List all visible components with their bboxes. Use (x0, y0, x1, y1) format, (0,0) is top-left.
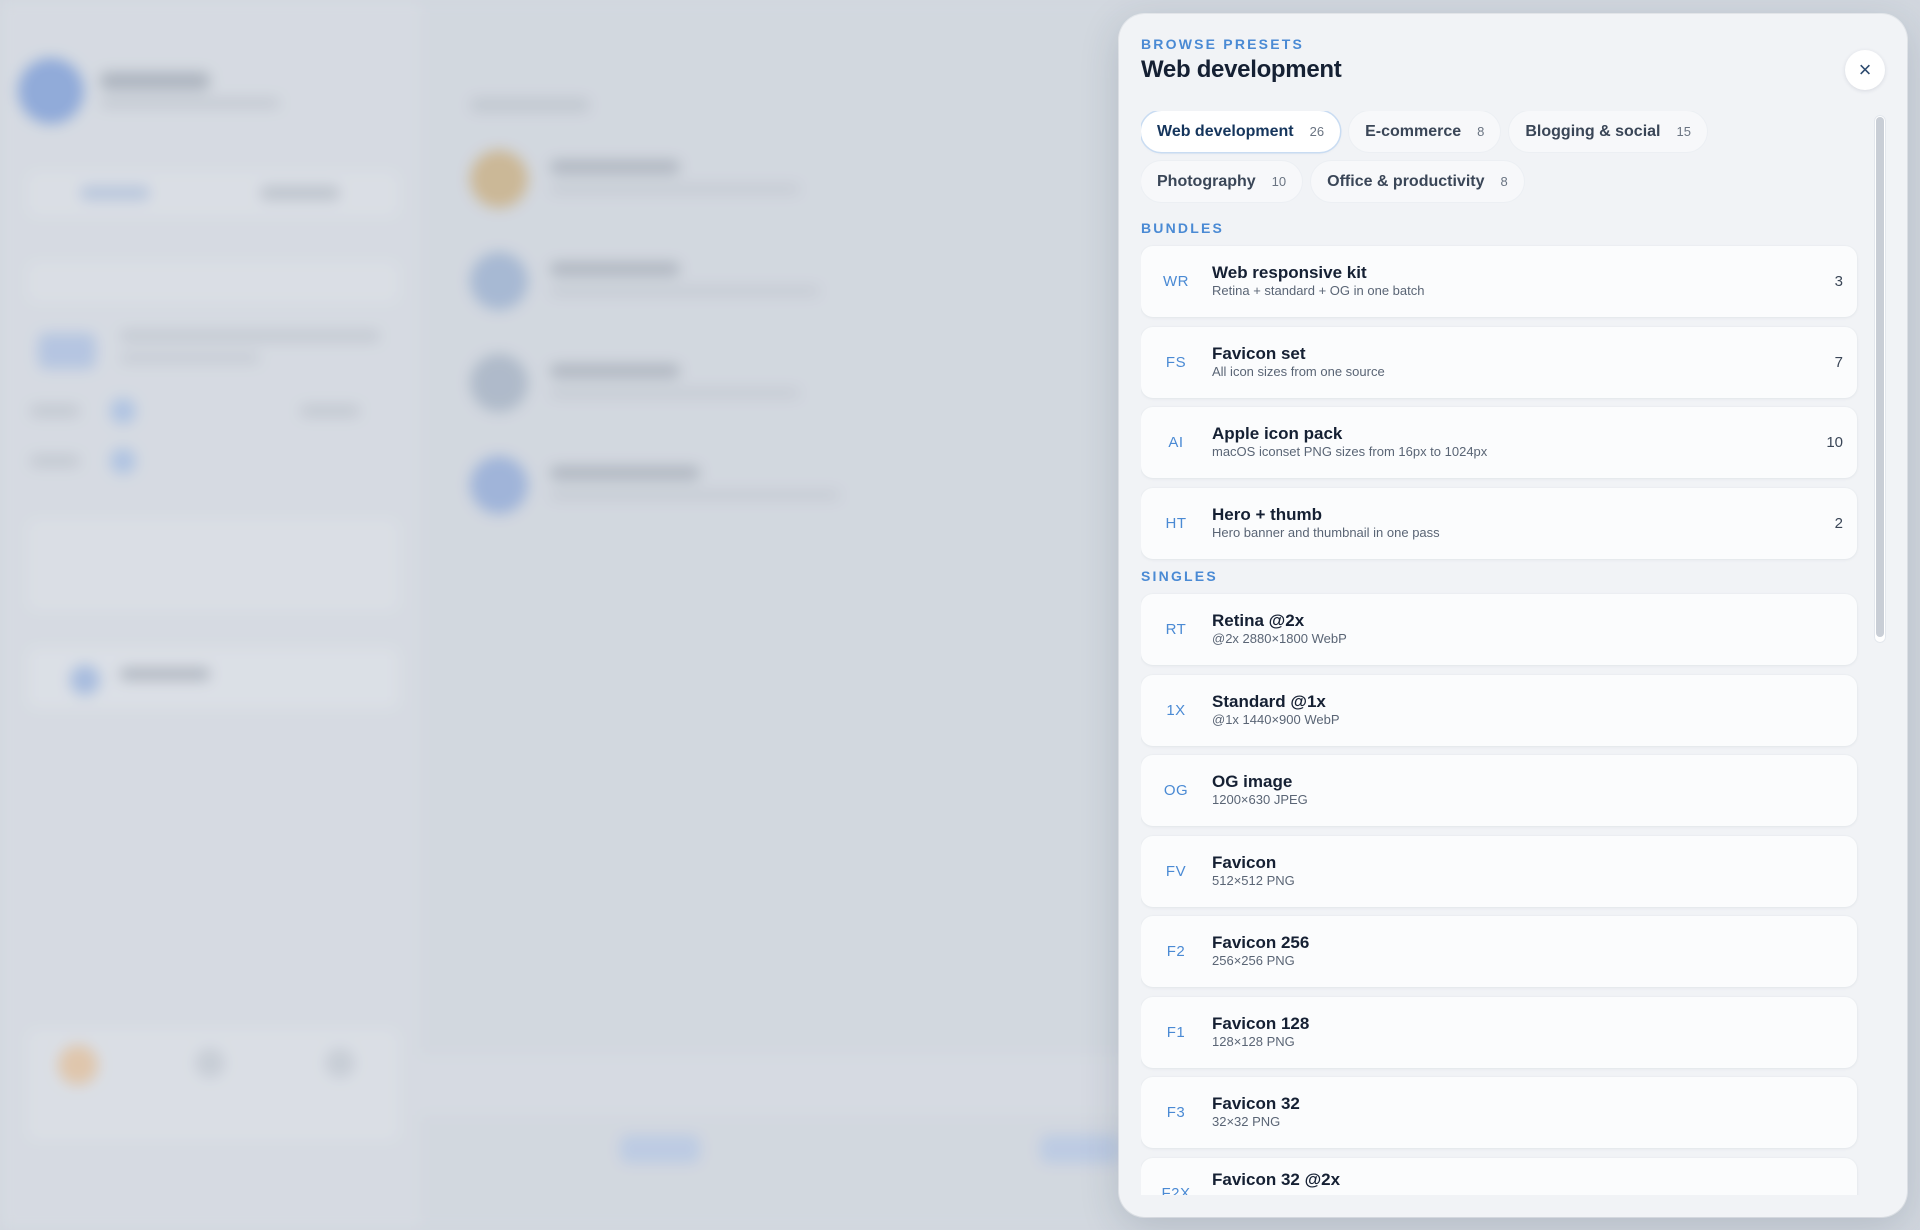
singles-section-label: SINGLES (1141, 568, 1218, 584)
tab-label: Office & productivity (1327, 172, 1485, 190)
tab-count: 26 (1309, 124, 1325, 139)
item-title: Hero + thumb (1212, 504, 1323, 524)
item-code: FS (1165, 353, 1187, 371)
tab-label: Blogging & social (1525, 122, 1661, 140)
item-code: AI (1168, 434, 1184, 451)
scrollbar-thumb[interactable] (1876, 117, 1884, 637)
item-title: Favicon set (1212, 343, 1306, 363)
item-title: Retina @2x (1212, 611, 1305, 630)
single-item-favicon-32-2x[interactable]: F2X Favicon 32 @2x (1141, 1157, 1857, 1196)
category-tabs: Web development 26 E-commerce 8 Blogging… (1141, 111, 1741, 202)
panel-header: BROWSE PRESETS Web development × (1141, 36, 1885, 106)
close-icon: × (1858, 57, 1872, 82)
item-code: F2 (1166, 943, 1186, 960)
item-count: 10 (1826, 434, 1843, 451)
item-subtitle: @1x 1440×900 WebP (1212, 711, 1340, 727)
item-title: Favicon 32 (1212, 1094, 1300, 1113)
scrollbar[interactable] (1874, 115, 1886, 643)
tab-count: 8 (1500, 174, 1508, 189)
single-item-standard-1x[interactable]: 1X Standard @1x @1x 1440×900 WebP (1141, 674, 1857, 746)
item-code: F3 (1166, 1104, 1186, 1121)
single-item-favicon-32[interactable]: F3 Favicon 32 32×32 PNG (1141, 1077, 1857, 1148)
item-subtitle: 256×256 PNG (1212, 953, 1295, 968)
item-title: Web responsive kit (1212, 263, 1367, 282)
tab-web-development[interactable]: Web development 26 (1141, 111, 1341, 152)
item-code: OG (1163, 782, 1189, 799)
single-item-favicon-256[interactable]: F2 Favicon 256 256×256 PNG (1141, 916, 1857, 987)
item-subtitle: 1200×630 JPEG (1212, 792, 1308, 807)
panel-eyebrow: BROWSE PRESETS (1141, 36, 1305, 52)
item-count: 3 (1834, 273, 1843, 290)
item-code: WR (1163, 273, 1189, 290)
item-subtitle: Retina + standard + OG in one batch (1212, 283, 1425, 298)
item-subtitle: All icon sizes from one source (1212, 363, 1385, 379)
item-title: Favicon 32 @2x (1212, 1169, 1341, 1189)
tab-count: 15 (1676, 124, 1691, 139)
item-subtitle: 32×32 PNG (1212, 1114, 1281, 1129)
bundle-item-apple-icon-pack[interactable]: AI Apple icon pack macOS iconset PNG siz… (1141, 407, 1857, 478)
tab-e-commerce[interactable]: E-commerce 8 (1349, 111, 1501, 152)
item-count: 7 (1834, 353, 1843, 371)
item-subtitle: 512×512 PNG (1212, 872, 1295, 888)
tab-photography[interactable]: Photography 10 (1141, 161, 1303, 202)
item-code: HT (1165, 514, 1187, 532)
bundles-section-label: BUNDLES (1141, 220, 1225, 236)
tab-count: 8 (1477, 124, 1485, 139)
single-item-favicon-128[interactable]: F1 Favicon 128 128×128 PNG (1141, 996, 1857, 1068)
browse-presets-panel: BROWSE PRESETS Web development × Web dev… (1119, 14, 1907, 1217)
tab-office-productivity[interactable]: Office & productivity 8 (1311, 161, 1524, 202)
item-title: Favicon 128 (1212, 1013, 1310, 1033)
bundle-item-hero-thumb[interactable]: HT Hero + thumb Hero banner and thumbnai… (1141, 487, 1857, 559)
single-item-og-image[interactable]: OG OG image 1200×630 JPEG (1141, 755, 1857, 826)
item-title: Apple icon pack (1212, 424, 1343, 443)
item-count: 2 (1834, 514, 1843, 532)
item-code: 1X (1166, 701, 1186, 719)
item-code: RT (1165, 621, 1187, 638)
single-item-retina-2x[interactable]: RT Retina @2x @2x 2880×1800 WebP (1141, 594, 1857, 665)
item-code: FV (1165, 862, 1187, 880)
item-title: Favicon 256 (1212, 933, 1310, 952)
tab-blogging-social[interactable]: Blogging & social 15 (1509, 111, 1707, 152)
close-button[interactable]: × (1845, 50, 1885, 90)
presets-scroll-area[interactable]: Web development 26 E-commerce 8 Blogging… (1141, 111, 1877, 1195)
bundle-item-web-responsive-kit[interactable]: WR Web responsive kit Retina + standard … (1141, 246, 1857, 317)
item-code: F2X (1161, 1184, 1191, 1196)
item-title: Standard @1x (1212, 691, 1326, 711)
tab-label: E-commerce (1365, 122, 1462, 140)
item-code: F1 (1166, 1023, 1186, 1041)
item-subtitle: macOS iconset PNG sizes from 16px to 102… (1212, 444, 1488, 459)
bundle-item-favicon-set[interactable]: FS Favicon set All icon sizes from one s… (1141, 326, 1857, 398)
panel-title: Web development (1141, 56, 1342, 83)
tab-count: 10 (1271, 174, 1287, 189)
tab-label: Photography (1157, 172, 1256, 190)
item-subtitle: @2x 2880×1800 WebP (1212, 631, 1347, 646)
item-subtitle: 128×128 PNG (1212, 1033, 1295, 1049)
item-title: Favicon (1212, 852, 1277, 872)
tab-label: Web development (1157, 122, 1294, 140)
item-subtitle: Hero banner and thumbnail in one pass (1212, 524, 1440, 540)
item-title: OG image (1212, 772, 1293, 791)
single-item-favicon[interactable]: FV Favicon 512×512 PNG (1141, 835, 1857, 907)
